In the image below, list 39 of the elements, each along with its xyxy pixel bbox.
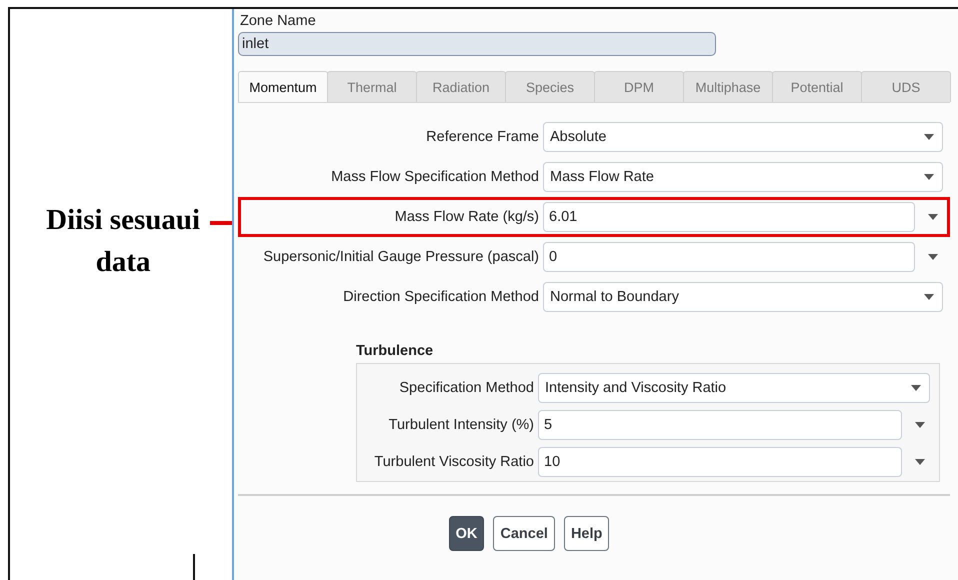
input-field[interactable]: 6.01	[543, 202, 915, 232]
dropdown-arrow-icon[interactable]	[924, 134, 934, 140]
field-label: Turbulent Viscosity Ratio	[373, 454, 534, 470]
tab[interactable]: Radiation	[416, 71, 506, 102]
tab[interactable]: Potential	[772, 71, 862, 102]
field-label: Specification Method	[398, 380, 534, 396]
dropdown-arrow-icon[interactable]	[924, 174, 934, 180]
tab[interactable]: UDS	[861, 71, 951, 102]
tab[interactable]: DPM	[594, 71, 684, 102]
field-label: Supersonic/Initial Gauge Pressure (pascal)	[262, 249, 539, 265]
zone-name-field[interactable]: inlet	[238, 32, 716, 56]
tab[interactable]: Thermal	[327, 71, 417, 102]
dropdown[interactable]: Absolute	[543, 122, 943, 152]
dropdown-arrow-icon[interactable]	[928, 254, 938, 260]
group-title: Turbulence	[356, 343, 434, 359]
input-field[interactable]: 5	[538, 410, 902, 440]
dropdown-arrow-icon[interactable]	[928, 214, 938, 220]
annotation-text: Diisi sesuaui data	[45, 203, 202, 280]
field-label: Direction Specification Method	[342, 289, 539, 305]
field-label: Mass Flow Specification Method	[330, 169, 539, 185]
field-label: Reference Frame	[425, 129, 539, 145]
dialog-button[interactable]: Help	[564, 516, 610, 551]
tab[interactable]: Multiphase	[683, 71, 773, 102]
dropdown[interactable]: Mass Flow Rate	[543, 162, 943, 192]
tab[interactable]: Momentum	[238, 71, 328, 102]
dropdown-arrow-icon[interactable]	[911, 385, 921, 391]
dropdown[interactable]: Intensity and Viscosity Ratio	[538, 373, 930, 403]
dialog-button[interactable]: Cancel	[493, 516, 555, 551]
dropdown-arrow-icon[interactable]	[915, 459, 925, 465]
field-label: Zone Name	[240, 13, 317, 29]
dropdown-arrow-icon[interactable]	[924, 294, 934, 300]
input-field[interactable]: 0	[543, 242, 915, 272]
field-label: Turbulent Intensity (%)	[388, 417, 534, 433]
tab[interactable]: Species	[505, 71, 595, 102]
dropdown-arrow-icon[interactable]	[915, 422, 925, 428]
field-label: Mass Flow Rate (kg/s)	[394, 209, 539, 225]
input-field[interactable]: 10	[538, 447, 902, 477]
dialog-button[interactable]: OK	[448, 516, 484, 551]
dropdown[interactable]: Normal to Boundary	[543, 282, 943, 312]
